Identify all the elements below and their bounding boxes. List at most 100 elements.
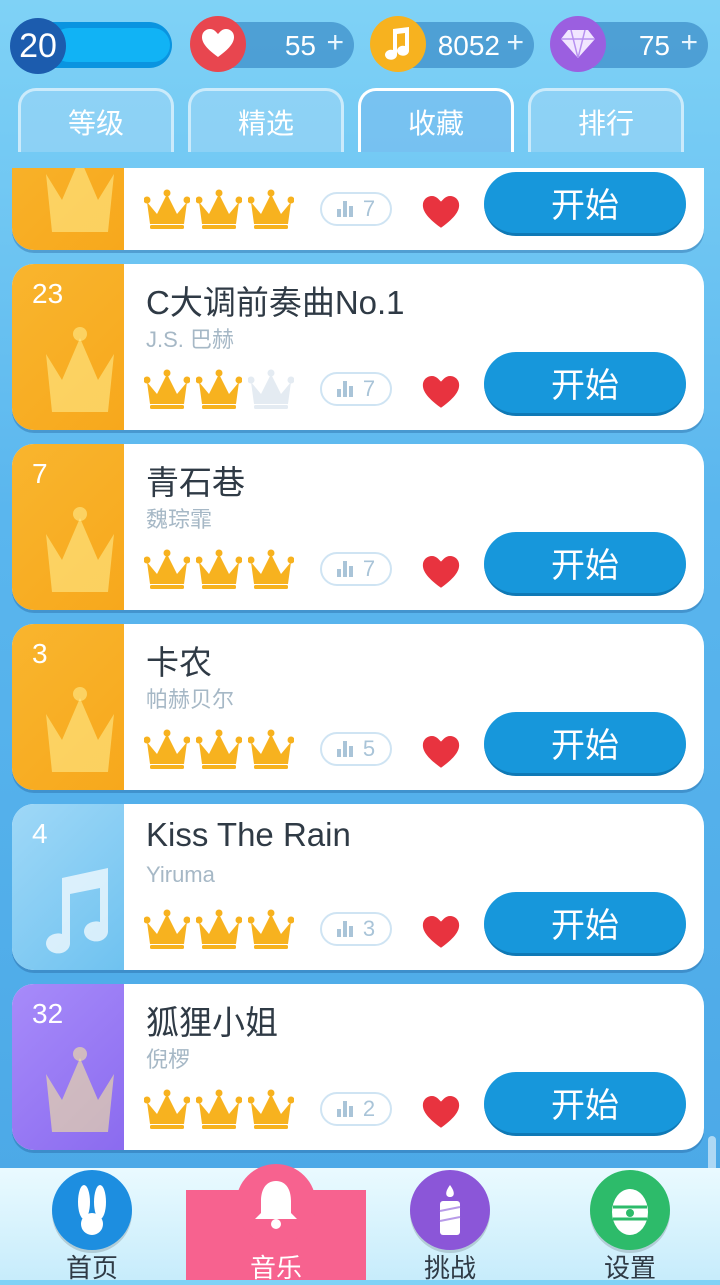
crown-rating: [143, 368, 300, 414]
nav-home-label: 首页: [65, 1253, 118, 1283]
difficulty-badge: 5: [320, 732, 392, 766]
favorite-heart-icon[interactable]: [422, 376, 460, 415]
notes-counter[interactable]: 8052 +: [370, 16, 534, 72]
crown-icon: [195, 189, 243, 229]
add-gems-button[interactable]: +: [680, 26, 698, 60]
difficulty-value: 5: [362, 736, 376, 761]
tab-level[interactable]: 等级: [18, 88, 174, 152]
tab-favorites[interactable]: 收藏: [358, 88, 514, 152]
difficulty-value: 7: [362, 376, 376, 401]
favorite-heart-icon[interactable]: [422, 736, 460, 775]
egg-icon: [590, 1170, 670, 1250]
song-thumbnail: 3: [12, 624, 124, 790]
nav-music-label: 音乐: [249, 1253, 302, 1283]
favorite-heart-icon[interactable]: [422, 916, 460, 955]
crown-icon: [46, 507, 114, 592]
song-rank: 23: [32, 278, 64, 309]
song-artist: 魏琮霏: [146, 507, 213, 532]
difficulty-value: 7: [362, 196, 376, 221]
song-thumbnail: 4: [12, 804, 124, 970]
song-artist: Yiruma: [146, 862, 215, 887]
song-title: Kiss The Rain: [146, 816, 351, 853]
crown-icon: [46, 327, 114, 412]
crown-icon: [247, 729, 295, 769]
bell-icon: [236, 1164, 316, 1244]
crown-icon: [195, 729, 243, 769]
crown-icon: [247, 189, 295, 229]
category-tabs: 等级 精选 收藏 排行: [0, 88, 720, 156]
nav-settings-label: 设置: [603, 1253, 656, 1283]
crown-icon: [195, 909, 243, 949]
difficulty-badge: 7: [320, 552, 392, 586]
song-rank: 32: [32, 998, 64, 1029]
gems-value: 75: [638, 30, 670, 61]
tab-ranking[interactable]: 排行: [528, 88, 684, 152]
favorite-heart-icon[interactable]: [422, 1096, 460, 1135]
difficulty-value: 2: [362, 1096, 376, 1121]
difficulty-badge: 3: [320, 912, 392, 946]
song-card[interactable]: 23 C大调前奏曲No.1 J.S. 巴赫 7 开始: [12, 264, 704, 430]
candle-icon: [410, 1170, 490, 1250]
difficulty-value: 7: [362, 556, 376, 581]
start-button[interactable]: 开始: [484, 352, 686, 416]
song-card[interactable]: 7 开始: [12, 168, 704, 250]
crown-rating: [143, 548, 300, 594]
crown-rating: [143, 908, 300, 954]
song-title: C大调前奏曲No.1: [146, 284, 405, 321]
song-artist: J.S. 巴赫: [146, 327, 235, 352]
crown-icon: [247, 369, 295, 409]
nav-challenge-label: 挑战: [423, 1253, 476, 1283]
start-button[interactable]: 开始: [484, 712, 686, 776]
crown-icon: [46, 168, 114, 232]
gems-counter[interactable]: 75 +: [550, 16, 708, 72]
add-hearts-button[interactable]: +: [326, 26, 344, 60]
crown-icon: [46, 687, 114, 772]
diamond-icon: [550, 16, 606, 72]
song-title: 卡农: [146, 644, 212, 681]
start-button[interactable]: 开始: [484, 1072, 686, 1136]
bars-icon: [336, 1101, 355, 1117]
crown-icon: [247, 549, 295, 589]
crown-icon: [247, 1089, 295, 1129]
nav-music[interactable]: 音乐: [186, 1164, 366, 1283]
heart-icon: [190, 16, 246, 72]
tab-featured[interactable]: 精选: [188, 88, 344, 152]
crown-rating: [143, 188, 300, 234]
nav-challenge[interactable]: 挑战: [360, 1168, 540, 1283]
song-card[interactable]: 4 Kiss The Rain Yiruma 3 开始: [12, 804, 704, 970]
crown-icon: [247, 909, 295, 949]
crown-icon: [143, 1089, 191, 1129]
crown-icon: [143, 729, 191, 769]
song-artist: 帕赫贝尔: [146, 687, 235, 712]
song-artist: 倪椤: [146, 1047, 191, 1072]
bottom-nav: 首页 音乐 挑战 设置: [0, 1164, 720, 1283]
song-rank: 3: [32, 638, 48, 669]
song-list[interactable]: 7 开始 23 C大调前奏曲No.1 J.S. 巴赫 7 开始 7 青石巷 魏琮霏 7 开始 3 卡农 帕赫…: [0, 168, 720, 1158]
song-card[interactable]: 32 狐狸小姐倪椤 2 开始: [12, 984, 704, 1150]
difficulty-value: 3: [362, 916, 376, 941]
start-button[interactable]: 开始: [484, 892, 686, 956]
music-note-icon: [46, 868, 108, 954]
start-button[interactable]: 开始: [484, 172, 686, 236]
difficulty-badge: 7: [320, 192, 392, 226]
crown-rating: [143, 728, 300, 774]
favorite-heart-icon[interactable]: [422, 196, 460, 235]
status-bar: 20 55 + 8052 + 75 +: [0, 0, 720, 90]
song-rank: 4: [32, 818, 48, 849]
level-progress-bar: [52, 28, 170, 62]
song-card[interactable]: 3 卡农帕赫贝尔 5 开始: [12, 624, 704, 790]
favorite-heart-icon[interactable]: [422, 556, 460, 595]
hearts-counter[interactable]: 55 +: [190, 16, 354, 72]
crown-icon: [195, 549, 243, 589]
song-title: 狐狸小姐: [146, 1004, 278, 1041]
bars-icon: [336, 201, 355, 217]
nav-settings[interactable]: 设置: [540, 1168, 720, 1283]
add-notes-button[interactable]: +: [506, 26, 524, 60]
nav-home[interactable]: 首页: [2, 1168, 182, 1283]
music-note-icon: [370, 16, 426, 72]
bars-icon: [336, 561, 355, 577]
song-card[interactable]: 7 青石巷 魏琮霏 7 开始: [12, 444, 704, 610]
start-button[interactable]: 开始: [484, 532, 686, 596]
notes-value: 8052: [437, 30, 500, 61]
crown-icon: [143, 909, 191, 949]
